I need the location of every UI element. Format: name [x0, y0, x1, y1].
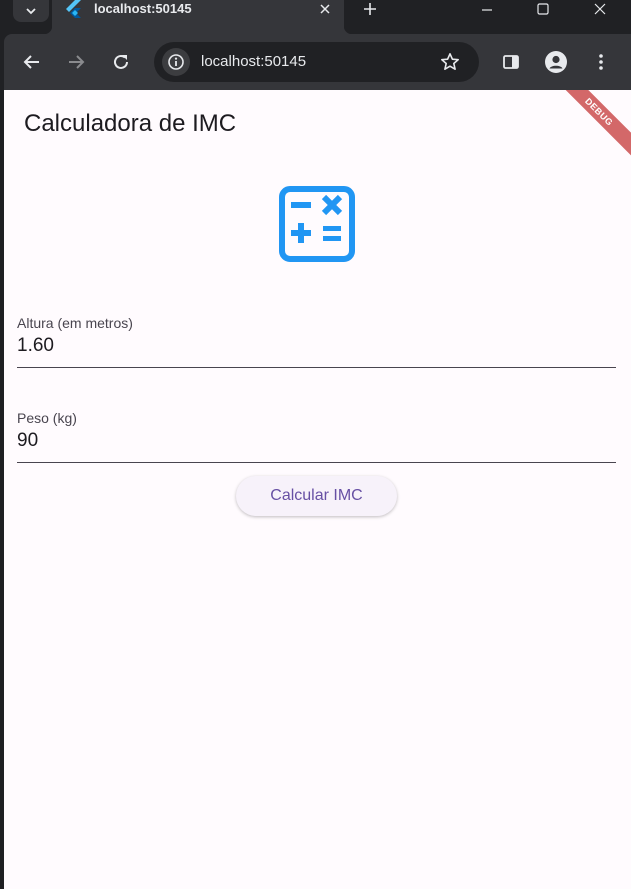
flutter-icon [66, 0, 81, 18]
url-text[interactable]: localhost:50145 [201, 42, 306, 82]
forward-arrow-icon[interactable] [60, 46, 92, 78]
weight-input[interactable]: 90 [17, 428, 616, 454]
weight-field[interactable]: Peso (kg) 90 [17, 410, 616, 463]
close-tab-icon[interactable] [316, 0, 334, 18]
more-menu-icon[interactable] [585, 46, 617, 78]
info-icon[interactable] [162, 48, 190, 76]
page-title: Calculadora de IMC [24, 110, 237, 137]
close-window-icon[interactable] [577, 0, 623, 18]
height-field[interactable]: Altura (em metros) 1.60 [17, 315, 616, 368]
height-underline [17, 367, 616, 368]
bookmark-star-icon[interactable] [439, 51, 461, 73]
reload-icon[interactable] [105, 46, 137, 78]
browser-tab[interactable]: localhost:50145 [44, 0, 352, 34]
height-label: Altura (em metros) [17, 315, 133, 331]
calculate-icon [279, 186, 355, 262]
tab-strip: localhost:50145 [0, 0, 631, 34]
side-panel-icon[interactable] [495, 46, 527, 78]
tab-title: localhost:50145 [94, 1, 192, 16]
new-tab-icon[interactable] [358, 0, 382, 18]
chevron-down-icon [26, 8, 36, 15]
height-input[interactable]: 1.60 [17, 333, 616, 359]
minimize-icon[interactable] [464, 0, 510, 18]
weight-label: Peso (kg) [17, 410, 77, 426]
tab-search-button[interactable] [13, 0, 49, 22]
app-page: Calculadora de IMC DEBUG Altura (em metr… [4, 90, 631, 889]
calculate-button[interactable]: Calcular IMC [236, 476, 397, 516]
maximize-icon[interactable] [520, 0, 566, 18]
weight-underline [17, 462, 616, 463]
debug-banner: DEBUG [550, 90, 631, 161]
back-arrow-icon[interactable] [16, 46, 48, 78]
profile-avatar-icon[interactable] [540, 46, 572, 78]
address-bar[interactable]: localhost:50145 [154, 42, 479, 82]
browser-toolbar: localhost:50145 [4, 34, 631, 90]
